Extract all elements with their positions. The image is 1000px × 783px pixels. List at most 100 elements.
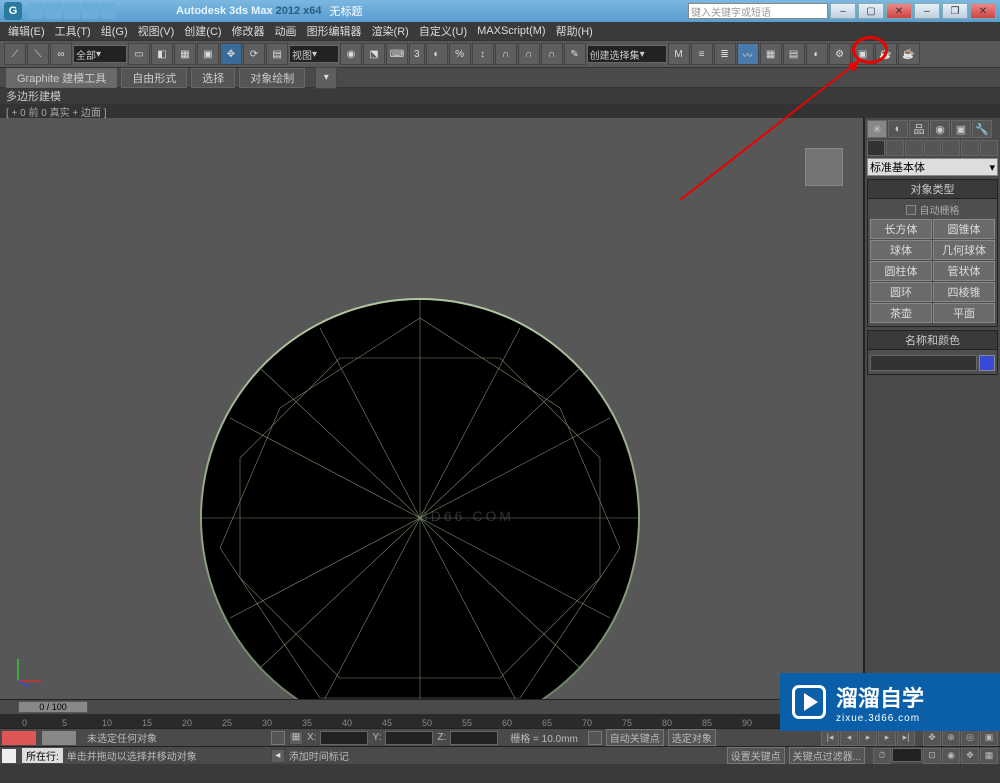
bind-icon[interactable]: ∞ [50, 43, 72, 65]
qat-save-icon[interactable] [64, 3, 80, 19]
layers-icon[interactable]: ≣ [714, 43, 736, 65]
qat-undo-icon[interactable] [82, 3, 98, 19]
close-button[interactable]: ✕ [886, 3, 912, 19]
material-editor-icon[interactable]: ◐ [806, 43, 828, 65]
lock-icon[interactable] [271, 731, 285, 745]
systems-subtab-icon[interactable] [980, 140, 998, 156]
display-tab-icon[interactable]: ▣ [951, 120, 971, 138]
selection-set-dropdown[interactable]: 创建选择集▾ [587, 45, 667, 63]
window-crossing-icon[interactable]: ▣ [197, 43, 219, 65]
qat-open-icon[interactable] [46, 3, 62, 19]
manip-icon[interactable]: ⬔ [363, 43, 385, 65]
select-name-icon[interactable]: ◧ [151, 43, 173, 65]
status-grey-block[interactable] [42, 731, 76, 745]
mirror-icon[interactable]: M [668, 43, 690, 65]
tag-icon[interactable]: ◂ [271, 749, 285, 763]
viewcube[interactable] [805, 148, 843, 186]
nav-6-icon[interactable]: ◉ [942, 748, 960, 764]
curve-editor-icon[interactable]: 〰 [737, 43, 759, 65]
modify-tab-icon[interactable]: ◐ [888, 120, 908, 138]
status-red-block[interactable] [2, 731, 36, 745]
coord-mode-icon[interactable]: ⊞ [289, 731, 303, 745]
object-name-input[interactable] [870, 355, 977, 371]
nav-8-icon[interactable]: ▦ [980, 748, 998, 764]
scale-icon[interactable]: ▤ [266, 43, 288, 65]
dope-sheet-icon[interactable]: ▤ [783, 43, 805, 65]
pyramid-button[interactable]: 四棱锥 [933, 282, 995, 302]
cameras-subtab-icon[interactable] [924, 140, 942, 156]
menu-customize[interactable]: 自定义(U) [415, 23, 471, 39]
menu-group[interactable]: 组(G) [97, 23, 132, 39]
menu-tools[interactable]: 工具(T) [51, 23, 95, 39]
x-input[interactable] [320, 731, 368, 745]
ribbon-tab-freeform[interactable]: 自由形式 [121, 68, 187, 88]
viewport[interactable]: 3D66.COM [0, 118, 864, 699]
y-input[interactable] [385, 731, 433, 745]
menu-view[interactable]: 视图(V) [134, 23, 179, 39]
menu-edit[interactable]: 编辑(E) [4, 23, 49, 39]
autogrid-checkbox[interactable] [906, 205, 916, 215]
move-icon[interactable]: ✥ [220, 43, 242, 65]
snap-percent-icon[interactable]: % [449, 43, 471, 65]
selection-filter-dropdown[interactable]: 全部▾ [73, 45, 127, 63]
setkey-button[interactable]: 设置关键点 [727, 747, 785, 764]
help-search-input[interactable]: 键入关键字或短语 [688, 3, 828, 19]
geometry-subtab-icon[interactable] [867, 140, 885, 156]
menu-render[interactable]: 渲染(R) [368, 23, 413, 39]
nav-1-icon[interactable]: ✥ [923, 730, 941, 746]
menu-maxscript[interactable]: MAXScript(M) [473, 25, 549, 37]
magnet-1-icon[interactable]: ∩ [495, 43, 517, 65]
magnet-2-icon[interactable]: ∩ [518, 43, 540, 65]
lock2-icon[interactable] [588, 731, 602, 745]
viewport-label[interactable]: [ + 0 前 0 真实 + 边面 ] [0, 104, 1000, 118]
editor-icon[interactable]: ✎ [564, 43, 586, 65]
render-icon[interactable]: ☕ [875, 43, 897, 65]
geosphere-object[interactable] [200, 298, 640, 699]
spacewarps-subtab-icon[interactable] [961, 140, 979, 156]
snap2d-icon[interactable]: 3 [409, 43, 425, 65]
unlink-icon[interactable]: ⟍ [27, 43, 49, 65]
lights-subtab-icon[interactable] [905, 140, 923, 156]
play-icon[interactable]: ▸ [859, 730, 877, 746]
render-frame-icon[interactable]: ▣ [852, 43, 874, 65]
object-color-swatch[interactable] [979, 355, 995, 371]
shapes-subtab-icon[interactable] [886, 140, 904, 156]
prev-frame-icon[interactable]: ◂ [840, 730, 858, 746]
plane-button[interactable]: 平面 [933, 303, 995, 323]
helpers-subtab-icon[interactable] [942, 140, 960, 156]
close-button-2[interactable]: ✕ [970, 3, 996, 19]
app-logo[interactable]: G [4, 2, 22, 20]
schematic-icon[interactable]: ▦ [760, 43, 782, 65]
keyboard-icon[interactable]: ⌨ [386, 43, 408, 65]
qat-redo-icon[interactable] [100, 3, 116, 19]
menu-help[interactable]: 帮助(H) [552, 23, 597, 39]
box-button[interactable]: 长方体 [870, 219, 932, 239]
time-config-icon[interactable]: ⏱ [873, 748, 891, 764]
frame-input[interactable] [892, 748, 922, 762]
select-icon[interactable]: ▭ [128, 43, 150, 65]
link-icon[interactable]: ⟋ [4, 43, 26, 65]
torus-button[interactable]: 圆环 [870, 282, 932, 302]
cone-button[interactable]: 圆锥体 [933, 219, 995, 239]
cylinder-button[interactable]: 圆柱体 [870, 261, 932, 281]
geosphere-button[interactable]: 几何球体 [933, 240, 995, 260]
utilities-tab-icon[interactable]: 🔧 [972, 120, 992, 138]
minimize-button-2[interactable]: – [914, 3, 940, 19]
selection-set-label[interactable]: 选定对象 [668, 729, 716, 746]
nav-7-icon[interactable]: ✥ [961, 748, 979, 764]
spinner-snap-icon[interactable]: ↕ [472, 43, 494, 65]
maximize-button[interactable]: ▢ [858, 3, 884, 19]
create-tab-icon[interactable]: ✳ [867, 120, 887, 138]
teapot-icon[interactable]: ☕ [898, 43, 920, 65]
category-dropdown[interactable]: 标准基本体▾ [867, 158, 998, 176]
ref-coord-dropdown[interactable]: 视图▾ [289, 45, 339, 63]
rotate-icon[interactable]: ⟳ [243, 43, 265, 65]
menu-animation[interactable]: 动画 [271, 23, 301, 39]
z-input[interactable] [450, 731, 498, 745]
align-icon[interactable]: ≡ [691, 43, 713, 65]
ribbon-tab-graphite[interactable]: Graphite 建模工具 [6, 68, 117, 88]
pivot-icon[interactable]: ◉ [340, 43, 362, 65]
select-region-icon[interactable]: ▦ [174, 43, 196, 65]
menu-modifiers[interactable]: 修改器 [228, 23, 269, 39]
teapot-button[interactable]: 茶壶 [870, 303, 932, 323]
